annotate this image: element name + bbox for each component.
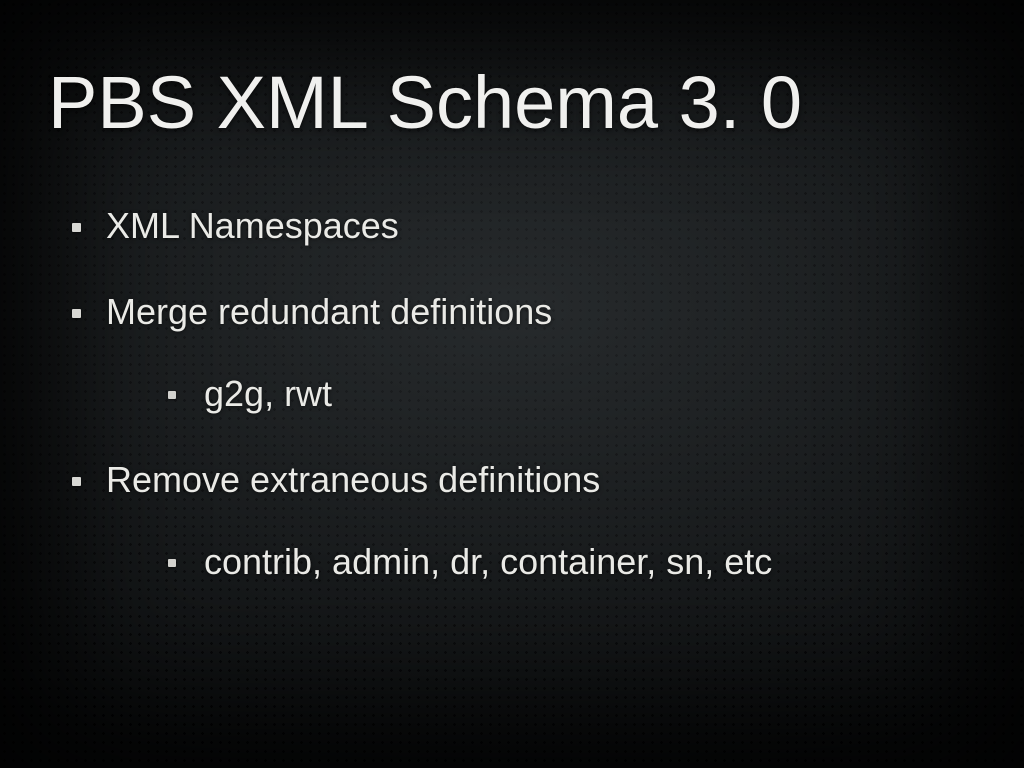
bullet-text: Merge redundant definitions [106,291,552,332]
list-item: contrib, admin, dr, container, sn, etc [106,541,976,583]
bullet-text: Remove extraneous definitions [106,459,600,500]
list-item: Merge redundant definitions g2g, rwt [48,291,976,415]
list-item: Remove extraneous definitions contrib, a… [48,459,976,583]
slide-title: PBS XML Schema 3. 0 [48,60,976,145]
bullet-text: XML Namespaces [106,205,399,246]
bullet-list: XML Namespaces Merge redundant definitio… [48,205,976,583]
bullet-text: contrib, admin, dr, container, sn, etc [204,541,772,582]
slide-content: PBS XML Schema 3. 0 XML Namespaces Merge… [0,0,1024,583]
sub-bullet-list: g2g, rwt [106,373,976,415]
sub-bullet-list: contrib, admin, dr, container, sn, etc [106,541,976,583]
bullet-text: g2g, rwt [204,373,332,414]
list-item: g2g, rwt [106,373,976,415]
list-item: XML Namespaces [48,205,976,247]
